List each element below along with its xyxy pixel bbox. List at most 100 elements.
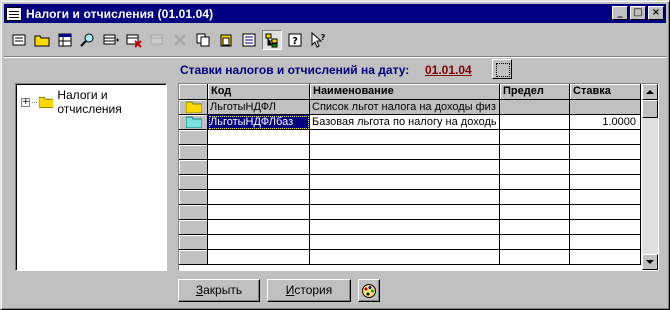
disabled-tool-icon[interactable]: [147, 30, 167, 50]
table-row-empty[interactable]: [179, 130, 641, 145]
new-doc-icon[interactable]: [9, 30, 29, 50]
insert-row-icon[interactable]: [101, 30, 121, 50]
empty-cell[interactable]: [500, 160, 570, 175]
empty-cell[interactable]: [570, 205, 641, 220]
expand-icon[interactable]: +: [21, 97, 30, 107]
column-header-code[interactable]: Код: [208, 84, 310, 100]
table-row-empty[interactable]: [179, 145, 641, 160]
close-button[interactable]: ×: [648, 6, 664, 20]
empty-cell[interactable]: [310, 235, 500, 250]
row-indicator[interactable]: [179, 130, 208, 145]
empty-cell[interactable]: [500, 175, 570, 190]
empty-cell[interactable]: [500, 235, 570, 250]
table-row[interactable]: ЛьготыНДФЛбаз Базовая льгота по налогу н…: [179, 115, 641, 130]
open-folder-icon[interactable]: [32, 30, 52, 50]
find-icon[interactable]: [78, 30, 98, 50]
list-icon[interactable]: [239, 30, 259, 50]
table-row-empty[interactable]: [179, 220, 641, 235]
row-indicator[interactable]: [179, 190, 208, 205]
disabled-tool-2-icon[interactable]: [170, 30, 190, 50]
empty-cell[interactable]: [570, 250, 641, 265]
empty-cell[interactable]: [500, 130, 570, 145]
title-bar[interactable]: Налоги и отчисления (01.01.04) _ □ ×: [4, 4, 666, 23]
cell-name[interactable]: Базовая льгота по налогу на доходь: [310, 115, 500, 130]
empty-cell[interactable]: [208, 190, 310, 205]
empty-cell[interactable]: [310, 175, 500, 190]
maximize-button[interactable]: □: [630, 6, 646, 20]
grid-icon[interactable]: [55, 30, 75, 50]
empty-cell[interactable]: [570, 160, 641, 175]
empty-cell[interactable]: [500, 145, 570, 160]
column-header-name[interactable]: Наименование: [310, 84, 500, 100]
empty-cell[interactable]: [310, 160, 500, 175]
close-dialog-button[interactable]: Закрыть: [178, 279, 260, 302]
row-indicator[interactable]: [179, 175, 208, 190]
empty-cell[interactable]: [208, 145, 310, 160]
row-indicator[interactable]: [179, 115, 208, 130]
empty-cell[interactable]: [208, 160, 310, 175]
row-indicator[interactable]: [179, 145, 208, 160]
empty-cell[interactable]: [570, 145, 641, 160]
minimize-button[interactable]: _: [612, 6, 628, 20]
category-tree[interactable]: + Налоги и отчисления: [15, 83, 167, 271]
window-app-icon[interactable]: [6, 6, 22, 21]
empty-cell[interactable]: [208, 220, 310, 235]
empty-cell[interactable]: [310, 130, 500, 145]
scroll-down-button[interactable]: [642, 254, 658, 270]
empty-cell[interactable]: [208, 175, 310, 190]
paste-icon[interactable]: [216, 30, 236, 50]
row-indicator[interactable]: [179, 235, 208, 250]
empty-cell[interactable]: [570, 190, 641, 205]
empty-cell[interactable]: [500, 205, 570, 220]
context-help-icon[interactable]: ?: [308, 30, 328, 50]
table-row-empty[interactable]: [179, 190, 641, 205]
empty-cell[interactable]: [310, 220, 500, 235]
palette-button[interactable]: [358, 279, 380, 302]
column-header-limit[interactable]: Предел: [500, 84, 570, 100]
row-indicator[interactable]: [179, 160, 208, 175]
table-row[interactable]: ЛьготыНДФЛ Список льгот налога на доходы…: [179, 100, 641, 115]
scroll-up-button[interactable]: [642, 84, 658, 100]
cell-code-selected[interactable]: ЛьготыНДФЛбаз: [208, 115, 310, 130]
help-icon[interactable]: ?: [285, 30, 305, 50]
empty-cell[interactable]: [310, 145, 500, 160]
row-indicator[interactable]: [179, 100, 208, 115]
row-indicator[interactable]: [179, 205, 208, 220]
row-indicator[interactable]: [179, 250, 208, 265]
delete-row-icon[interactable]: [124, 30, 144, 50]
cell-rate[interactable]: [570, 100, 641, 115]
date-picker-button[interactable]: [492, 59, 512, 79]
scroll-thumb[interactable]: [642, 100, 658, 118]
cell-rate[interactable]: 1.0000: [570, 115, 641, 130]
hierarchy-icon[interactable]: [262, 30, 282, 50]
table-row-empty[interactable]: [179, 250, 641, 265]
row-indicator[interactable]: [179, 220, 208, 235]
empty-cell[interactable]: [570, 175, 641, 190]
empty-cell[interactable]: [310, 250, 500, 265]
empty-cell[interactable]: [310, 190, 500, 205]
rates-date-link[interactable]: 01.01.04: [425, 63, 472, 77]
table-row-empty[interactable]: [179, 205, 641, 220]
history-button[interactable]: История: [267, 279, 351, 302]
table-row-empty[interactable]: [179, 160, 641, 175]
empty-cell[interactable]: [208, 205, 310, 220]
empty-cell[interactable]: [310, 205, 500, 220]
empty-cell[interactable]: [570, 235, 641, 250]
cell-limit[interactable]: [500, 100, 570, 115]
empty-cell[interactable]: [570, 130, 641, 145]
empty-cell[interactable]: [208, 130, 310, 145]
empty-cell[interactable]: [500, 250, 570, 265]
cell-limit[interactable]: [500, 115, 570, 130]
table-row-empty[interactable]: [179, 175, 641, 190]
copy-icon[interactable]: [193, 30, 213, 50]
empty-cell[interactable]: [500, 220, 570, 235]
empty-cell[interactable]: [570, 220, 641, 235]
tree-node-root[interactable]: + Налоги и отчисления: [21, 88, 166, 116]
rates-table[interactable]: Код Наименование Предел Ставка ЛьготыНДФ…: [178, 83, 659, 271]
column-header-rate[interactable]: Ставка: [570, 84, 641, 100]
empty-cell[interactable]: [208, 250, 310, 265]
vertical-scrollbar[interactable]: [642, 84, 658, 270]
table-row-empty[interactable]: [179, 235, 641, 250]
empty-cell[interactable]: [208, 235, 310, 250]
cell-code[interactable]: ЛьготыНДФЛ: [208, 100, 310, 115]
